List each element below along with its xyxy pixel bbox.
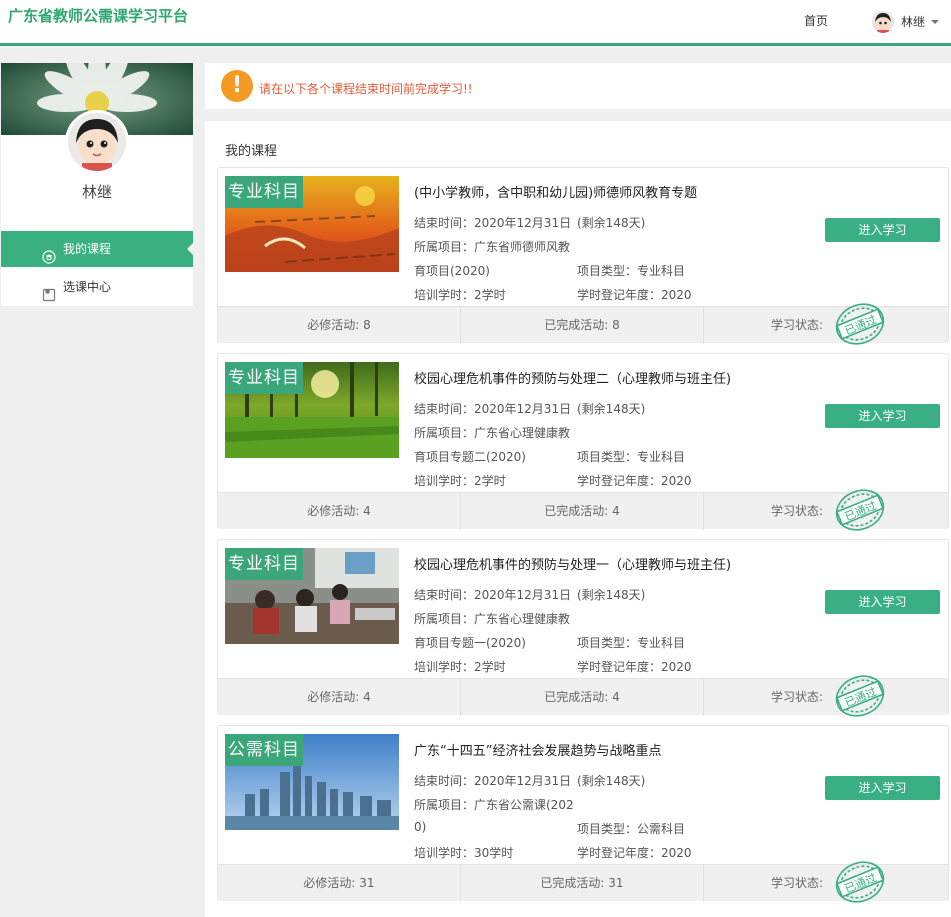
graduation-icon: [42, 242, 56, 264]
required-activities: 必修活动: 8: [218, 307, 461, 344]
profile-name: 林继: [81, 183, 112, 201]
course-thumbnail[interactable]: 专业科目: [225, 548, 399, 644]
register-year: 学时登记年度：2020: [577, 846, 692, 860]
enter-study-button[interactable]: 进入学习: [825, 404, 940, 428]
training-hours: 培训学时：30学时: [414, 846, 514, 860]
course-stats: 必修活动: 8 已完成活动: 8 学习状态: 已通过: [218, 303, 948, 345]
remaining-days: (剩余148天): [577, 774, 646, 788]
course-title[interactable]: 校园心理危机事件的预防与处理二（心理教师与班主任): [414, 368, 731, 387]
project-type: 项目类型：公需科目: [577, 822, 686, 836]
passed-stamp-icon: 已通过: [832, 859, 888, 905]
course-stats: 必修活动: 4 已完成活动: 4 学习状态: 已通过: [218, 675, 948, 717]
course-tag: 专业科目: [225, 548, 303, 580]
passed-stamp-icon: 已通过: [832, 487, 888, 533]
remaining-days: (剩余148天): [577, 402, 646, 416]
remaining-days: (剩余148天): [577, 216, 646, 230]
sidebar-item-label: 我的课程: [63, 242, 112, 256]
training-hours: 培训学时：2学时: [414, 660, 506, 674]
passed-stamp-icon: 已通过: [832, 301, 888, 347]
study-status: 学习状态:: [704, 493, 948, 530]
project-type: 项目类型：专业科目: [577, 636, 686, 650]
study-status-label: 学习状态:: [771, 690, 824, 704]
sidebar-item-my-courses[interactable]: 我的课程: [1, 231, 193, 267]
enter-study-button[interactable]: 进入学习: [825, 218, 940, 242]
course-card: 专业科目 校园心理危机事件的预防与处理二（心理教师与班主任) 结束时间：2020…: [217, 353, 949, 531]
completed-activities: 已完成活动: 31: [461, 865, 704, 902]
user-avatar[interactable]: [872, 11, 894, 33]
project-type: 项目类型：专业科目: [577, 264, 686, 278]
end-time: 结束时间：2020年12月31日: [414, 588, 572, 602]
project-name: 所属项目：广东省师德师风教: [414, 240, 571, 254]
top-bar: 广东省教师公需课学习平台 首页 林继: [0, 0, 951, 46]
course-thumbnail[interactable]: 公需科目: [225, 734, 399, 830]
study-status-label: 学习状态:: [771, 318, 824, 332]
required-activities: 必修活动: 4: [218, 679, 461, 716]
course-card: 专业科目 (中小学教师，含中职和幼儿园)师德师风教育专题 结束时间：2020年1…: [217, 167, 949, 345]
course-card: 公需科目 广东“十四五”经济社会发展趋势与战略重点 结束时间：2020年12月3…: [217, 725, 949, 903]
sidebar-item-course-center[interactable]: 选课中心: [1, 269, 193, 305]
completed-activities: 已完成活动: 8: [461, 307, 704, 344]
course-card: 专业科目 校园心理危机事件的预防与处理一（心理教师与班主任) 结束时间：2020…: [217, 539, 949, 717]
course-stats: 必修活动: 4 已完成活动: 4 学习状态: 已通过: [218, 489, 948, 531]
profile-avatar[interactable]: [65, 110, 129, 174]
end-time: 结束时间：2020年12月31日: [414, 402, 572, 416]
warning-icon: !: [221, 70, 253, 102]
passed-stamp-icon: 已通过: [832, 673, 888, 719]
training-hours: 培训学时：2学时: [414, 288, 506, 302]
remaining-days: (剩余148天): [577, 588, 646, 602]
required-activities: 必修活动: 31: [218, 865, 461, 902]
study-status-label: 学习状态:: [771, 504, 824, 518]
home-link[interactable]: 首页: [804, 12, 828, 29]
training-hours: 培训学时：2学时: [414, 474, 506, 488]
course-tag: 专业科目: [225, 176, 303, 208]
course-title[interactable]: (中小学教师，含中职和幼儿园)师德师风教育专题: [414, 182, 697, 201]
project-name: 所属项目：广东省心理健康教: [414, 612, 571, 626]
course-stats: 必修活动: 31 已完成活动: 31 学习状态: 已通过: [218, 861, 948, 903]
course-tag: 专业科目: [225, 362, 303, 394]
project-name-cont: 育项目专题一(2020): [414, 636, 526, 650]
sidebar: 林继 我的课程 选课中心: [1, 63, 193, 306]
notice-text: 请在以下各个课程结束时间前完成学习!!: [259, 82, 473, 96]
course-title[interactable]: 校园心理危机事件的预防与处理一（心理教师与班主任): [414, 554, 731, 573]
register-year: 学时登记年度：2020: [577, 288, 692, 302]
completed-activities: 已完成活动: 4: [461, 679, 704, 716]
project-name-cont: 育项目(2020): [414, 264, 490, 278]
enter-study-button[interactable]: 进入学习: [825, 590, 940, 614]
section-title: 我的课程: [225, 144, 278, 159]
enter-study-button[interactable]: 进入学习: [825, 776, 940, 800]
study-status: 学习状态:: [704, 307, 948, 344]
project-name: 所属项目：广东省公需课(202: [414, 798, 574, 812]
course-thumbnail[interactable]: 专业科目: [225, 176, 399, 272]
sidebar-item-label: 选课中心: [63, 280, 112, 294]
register-year: 学时登记年度：2020: [577, 474, 692, 488]
project-name-cont: 育项目专题二(2020): [414, 450, 526, 464]
register-year: 学时登记年度：2020: [577, 660, 692, 674]
course-title[interactable]: 广东“十四五”经济社会发展趋势与战略重点: [414, 740, 661, 759]
study-status: 学习状态:: [704, 679, 948, 716]
end-time: 结束时间：2020年12月31日: [414, 774, 572, 788]
site-title[interactable]: 广东省教师公需课学习平台: [8, 5, 188, 26]
course-panel: 我的课程 专业科目 (中小学教师，含中职和幼儿园)师德师风教育专题 结束时间：2…: [205, 121, 951, 917]
completed-activities: 已完成活动: 4: [461, 493, 704, 530]
required-activities: 必修活动: 4: [218, 493, 461, 530]
book-icon: [42, 280, 56, 302]
course-thumbnail[interactable]: 专业科目: [225, 362, 399, 458]
end-time: 结束时间：2020年12月31日: [414, 216, 572, 230]
course-tag: 公需科目: [225, 734, 303, 766]
study-status: 学习状态:: [704, 865, 948, 902]
project-type: 项目类型：专业科目: [577, 450, 686, 464]
project-name-cont: 0): [414, 820, 427, 834]
project-name: 所属项目：广东省心理健康教: [414, 426, 571, 440]
user-name[interactable]: 林继: [901, 13, 925, 30]
notice-banner: ! 请在以下各个课程结束时间前完成学习!!: [205, 63, 951, 109]
chevron-down-icon[interactable]: [931, 20, 939, 24]
study-status-label: 学习状态:: [771, 876, 824, 890]
